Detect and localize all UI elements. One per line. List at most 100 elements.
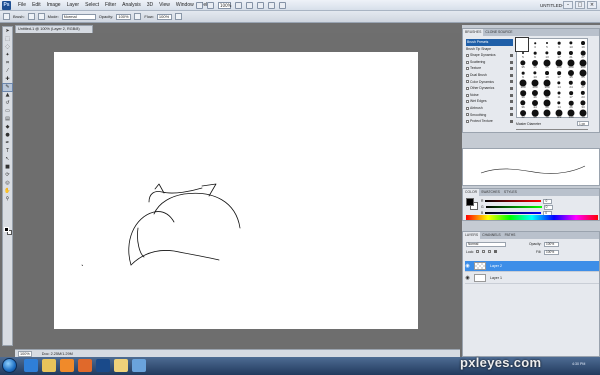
blend-mode-select[interactable]: Normal (466, 242, 506, 247)
brush-option-row[interactable]: Texture (466, 65, 513, 72)
pen-tool-icon[interactable]: ✒ (3, 140, 12, 147)
brush-preset-cell[interactable]: 45 (565, 69, 577, 79)
layer-name[interactable]: Layer 2 (490, 264, 502, 268)
brush-preset-cell[interactable]: 9 (529, 49, 541, 59)
menu-select[interactable]: Select (82, 0, 102, 11)
tab-clone-source[interactable]: CLONE SOURCE (483, 29, 514, 36)
lock-icon[interactable] (510, 53, 513, 57)
eyedropper-tool-icon[interactable]: ⁄ (3, 68, 12, 75)
brush-option-row[interactable]: Brush Presets (466, 39, 513, 46)
lock-icon[interactable] (510, 67, 513, 71)
canvas[interactable] (54, 52, 418, 329)
screen-mode-icon[interactable] (279, 2, 286, 9)
brush-preset-cell[interactable]: 11 (553, 89, 565, 99)
visibility-eye-icon[interactable]: ◉ (465, 263, 470, 269)
brush-option-row[interactable]: Wet Edges (466, 98, 513, 105)
brush-preset-cell[interactable]: 14 (553, 99, 565, 109)
blur-tool-icon[interactable]: ◆ (3, 124, 12, 131)
brush-preset-cell[interactable]: 112 (553, 109, 565, 119)
lasso-tool-icon[interactable]: ◌ (3, 44, 12, 51)
healing-brush-tool-icon[interactable]: ✚ (3, 76, 12, 83)
brush-preset-cell[interactable]: 60 (541, 99, 553, 109)
lock-icon[interactable] (510, 93, 513, 97)
document-size-info[interactable]: Doc: 2.25M/1.29M (42, 352, 73, 356)
hand-tool-icon[interactable]: ✋ (3, 188, 12, 195)
tab-styles[interactable]: STYLES (502, 189, 519, 196)
hand-tool-icon[interactable] (235, 2, 242, 9)
firefox-icon[interactable] (78, 359, 92, 372)
lock-image-icon[interactable] (482, 250, 485, 253)
brush-option-row[interactable]: Dual Brush (466, 72, 513, 79)
bridge-icon[interactable] (196, 2, 203, 9)
layer-row-layer-1[interactable]: ◉ Layer 1 (465, 273, 599, 284)
red-channel-slider[interactable] (485, 200, 542, 202)
tab-paths[interactable]: PATHS (503, 232, 518, 239)
brush-preset-cell[interactable]: 13 (529, 69, 541, 79)
master-diameter-field[interactable]: 1 px (577, 121, 589, 126)
brush-preset-cell[interactable]: 300 (577, 59, 589, 69)
blue-channel-slider[interactable] (485, 212, 542, 214)
mini-bridge-icon[interactable] (207, 2, 214, 9)
brush-preset-cell[interactable]: 45 (529, 59, 541, 69)
brush-option-checkbox[interactable] (466, 86, 469, 90)
tab-layers[interactable]: LAYERS (463, 232, 481, 239)
brush-preset-cell[interactable]: 9 (553, 39, 565, 49)
menu-layer[interactable]: Layer (64, 0, 83, 11)
lock-icon[interactable] (510, 73, 513, 77)
menu-3d[interactable]: 3D (144, 0, 156, 11)
maximize-button[interactable]: □ (575, 1, 585, 9)
brush-option-row[interactable]: Smoothing (466, 112, 513, 119)
crop-tool-icon[interactable]: ⌗ (3, 60, 12, 67)
zoom-level-select[interactable]: 100% (218, 2, 231, 9)
document-tab[interactable]: Untitled-1 @ 100% (Layer 2, RGB/8) (15, 25, 93, 33)
fill-field[interactable]: 100% (544, 250, 559, 255)
brush-option-row[interactable]: Airbrush (466, 105, 513, 112)
lock-position-icon[interactable] (488, 250, 491, 253)
rotate-view-icon[interactable] (257, 2, 264, 9)
clone-stamp-tool-icon[interactable]: ▲ (3, 92, 12, 99)
brush-preset-cell[interactable]: 39 (517, 89, 529, 99)
brush-option-checkbox[interactable] (466, 67, 469, 71)
move-tool-icon[interactable]: ➤ (3, 28, 12, 35)
close-button[interactable]: × (587, 1, 597, 9)
history-brush-tool-icon[interactable]: ↺ (3, 100, 12, 107)
brush-panel-toggle-icon[interactable] (37, 13, 45, 20)
brush-option-row[interactable]: Other Dynamics (466, 85, 513, 92)
layer-opacity-field[interactable]: 100% (544, 242, 559, 247)
folder-icon[interactable] (42, 359, 56, 372)
brush-preset-cell[interactable]: 70 (541, 109, 553, 119)
mode-select[interactable]: Normal (61, 13, 96, 20)
visibility-eye-icon[interactable]: ◉ (465, 275, 470, 281)
lock-icon[interactable] (510, 86, 513, 90)
brush-preset-cell[interactable]: 59 (541, 89, 553, 99)
tab-brushes[interactable]: BRUSHES (463, 29, 484, 36)
brush-option-row[interactable]: Scattering (466, 59, 513, 66)
brush-option-checkbox[interactable] (466, 119, 469, 123)
zoom-tool-icon[interactable] (246, 2, 253, 9)
status-zoom-field[interactable]: 100% (18, 350, 32, 357)
brush-preset-cell[interactable]: 24 (565, 79, 577, 89)
brush-preset-cell[interactable]: 23 (577, 89, 589, 99)
brush-preset-cell[interactable]: 21 (565, 49, 577, 59)
brush-preset-cell[interactable]: 65 (577, 69, 589, 79)
brush-option-checkbox[interactable] (466, 53, 469, 57)
brush-preset-cell[interactable]: 55 (529, 109, 541, 119)
brush-preset-picker[interactable] (27, 13, 35, 20)
brush-preset-cell[interactable]: 26 (565, 99, 577, 109)
menu-image[interactable]: Image (44, 0, 64, 11)
3d-orbit-tool-icon[interactable]: ◎ (3, 180, 12, 187)
brush-preset-cell[interactable]: 35 (517, 59, 529, 69)
lock-icon[interactable] (510, 60, 513, 64)
brush-option-checkbox[interactable] (466, 93, 469, 97)
brush-preset-cell[interactable]: 17 (565, 89, 577, 99)
brush-preset-cell[interactable]: 19 (577, 39, 589, 49)
brush-preset-cell[interactable]: 42 (517, 109, 529, 119)
master-diameter-slider[interactable] (516, 129, 588, 130)
brush-preset-cell[interactable]: 17 (553, 69, 565, 79)
brush-preset-cell[interactable]: 27 (577, 49, 589, 59)
tab-swatches[interactable]: SWATCHES (479, 189, 502, 196)
brush-option-row[interactable]: Brush Tip Shape (466, 46, 513, 53)
green-channel-slider[interactable] (485, 206, 542, 208)
lock-icon[interactable] (510, 113, 513, 117)
tab-channels[interactable]: CHANNELS (480, 232, 502, 239)
